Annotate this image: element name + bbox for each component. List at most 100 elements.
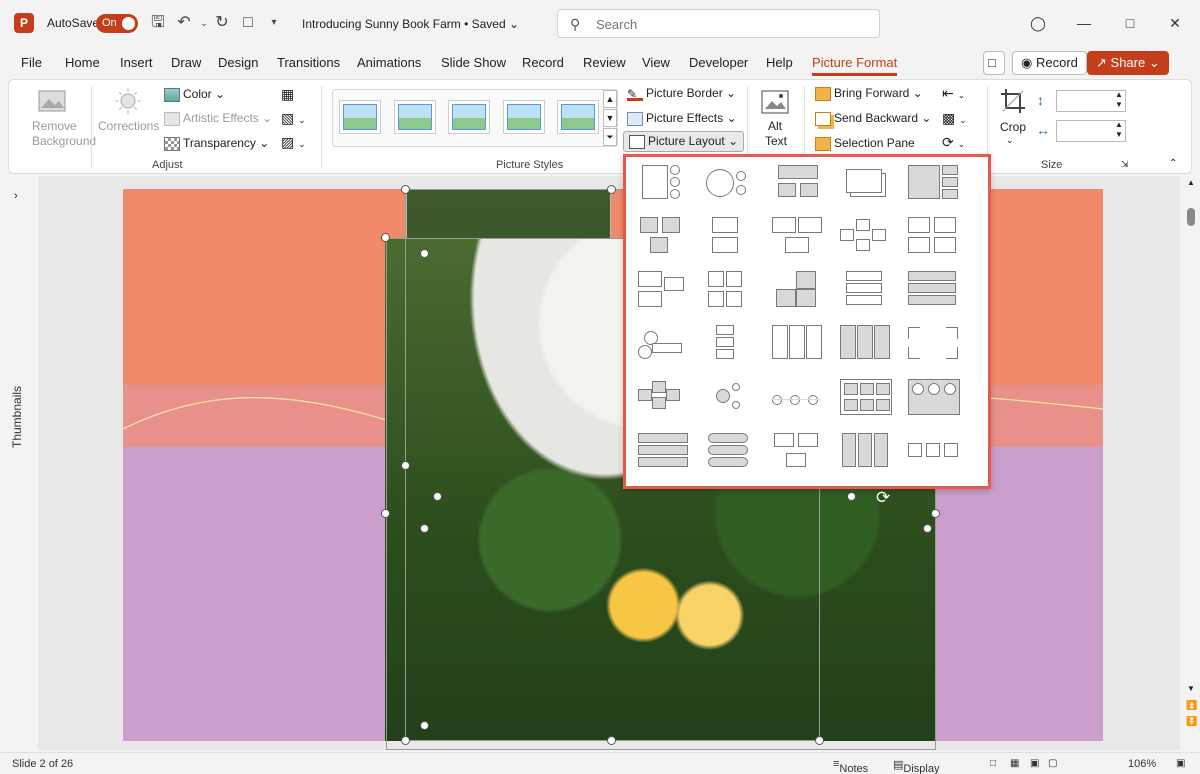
bring-forward-button[interactable]: Bring Forward ⌄ (815, 86, 923, 101)
width-spinner-icon[interactable]: ▲ ▼ (1115, 120, 1123, 140)
layout-option[interactable] (702, 431, 758, 471)
close-icon[interactable]: ✕ (1160, 10, 1190, 36)
crop-dropdown-icon[interactable]: ⌄ (1006, 135, 1014, 146)
tab-draw[interactable]: Draw (171, 55, 201, 70)
notes-button[interactable]: ≡ Notes (833, 758, 868, 774)
lightbulb-icon[interactable]: ◯ (1023, 10, 1053, 36)
layout-option[interactable] (636, 323, 692, 363)
alt-text-button[interactable]: Alt Text (765, 119, 787, 149)
reading-view-icon[interactable]: ▣ (1030, 758, 1039, 769)
layout-option[interactable] (906, 269, 962, 309)
align-icon[interactable]: ⇤ ⌄ (942, 85, 965, 102)
scroll-down-icon[interactable]: ▼ (1187, 684, 1195, 693)
group-objects-icon[interactable]: ▩ ⌄ (942, 110, 967, 127)
tab-file[interactable]: File (21, 55, 42, 70)
compress-pictures-icon[interactable]: ▦ (281, 86, 294, 103)
fit-to-window-icon[interactable]: ▣ (1176, 758, 1185, 769)
picture-style-5[interactable] (557, 100, 599, 134)
comments-button[interactable]: □ (983, 51, 1005, 75)
layout-option[interactable] (702, 323, 758, 363)
picture-style-3[interactable] (448, 100, 490, 134)
slide-sorter-icon[interactable]: ▦ (1010, 758, 1019, 769)
layout-option[interactable] (702, 163, 758, 203)
resize-handle[interactable] (381, 233, 390, 242)
size-dialog-launcher-icon[interactable]: ⇲ (1121, 159, 1129, 170)
search-input[interactable] (596, 15, 866, 33)
tab-record[interactable]: Record (522, 55, 564, 70)
resize-handle[interactable] (420, 249, 429, 258)
layout-option[interactable] (636, 215, 692, 255)
zoom-level[interactable]: 106% (1128, 758, 1156, 770)
share-button[interactable]: ↗ Share ⌄ (1087, 51, 1169, 75)
thumbnails-label[interactable]: Thumbnails (10, 386, 24, 448)
tab-design[interactable]: Design (218, 55, 258, 70)
crop-button[interactable]: Crop (1000, 120, 1026, 134)
layout-option[interactable] (906, 163, 962, 203)
search-box[interactable]: ⚲ (557, 9, 880, 38)
layout-option[interactable] (838, 269, 894, 309)
picture-layout-button[interactable]: Picture Layout ⌄ (623, 131, 745, 152)
height-spinner-icon[interactable]: ▲ ▼ (1115, 90, 1123, 110)
collapse-ribbon-icon[interactable]: ⌃ (1169, 158, 1177, 169)
picture-style-2[interactable] (394, 100, 436, 134)
gallery-scroll-down-icon[interactable]: ▼ (603, 109, 617, 127)
save-icon[interactable]: 🖫 (148, 13, 168, 33)
picture-border-button[interactable]: ✎ Picture Border ⌄ (627, 86, 736, 101)
artistic-effects-button[interactable]: Artistic Effects ⌄ (164, 111, 272, 126)
tab-home[interactable]: Home (65, 55, 100, 70)
tab-review[interactable]: Review (583, 55, 626, 70)
layout-option[interactable] (838, 215, 894, 255)
gallery-scroll-up-icon[interactable]: ▲ (603, 90, 617, 108)
scroll-up-icon[interactable]: ▲ (1187, 178, 1195, 187)
record-button[interactable]: ◉ Record (1012, 51, 1087, 75)
customize-qat-icon[interactable]: ▾ (264, 13, 284, 33)
tab-insert[interactable]: Insert (120, 55, 153, 70)
remove-background-button[interactable]: Remove Background (32, 119, 96, 149)
layout-option[interactable] (636, 431, 692, 471)
resize-handle[interactable] (923, 524, 932, 533)
layout-option[interactable] (838, 377, 894, 417)
display-settings-button[interactable]: ▤ Display Settings (893, 758, 939, 774)
layout-option[interactable] (906, 323, 962, 363)
normal-view-icon[interactable]: □ (990, 758, 996, 769)
reset-picture-icon[interactable]: ▨ ⌄ (281, 134, 306, 151)
rotate-handle-icon[interactable]: ⟳ (876, 488, 890, 508)
redo-icon[interactable]: ↻ (212, 13, 232, 33)
send-backward-button[interactable]: Send Backward ⌄ (815, 111, 931, 126)
tab-developer[interactable]: Developer (689, 55, 748, 70)
resize-handle[interactable] (381, 509, 390, 518)
layout-option[interactable] (770, 431, 826, 471)
layout-option[interactable] (838, 431, 894, 471)
tab-transitions[interactable]: Transitions (277, 55, 340, 70)
rotate-icon[interactable]: ⟳ ⌄ (942, 134, 965, 151)
layout-option[interactable] (770, 269, 826, 309)
layout-option[interactable] (702, 377, 758, 417)
picture-style-1[interactable] (339, 100, 381, 134)
document-title[interactable]: Introducing Sunny Book Farm • Saved ⌄ (302, 17, 519, 31)
selection-pane-button[interactable]: Selection Pane (815, 136, 915, 151)
resize-handle[interactable] (420, 721, 429, 730)
corrections-button[interactable]: Corrections (98, 119, 159, 133)
tab-view[interactable]: View (642, 55, 670, 70)
layout-option[interactable] (906, 215, 962, 255)
scrollbar-thumb[interactable] (1187, 208, 1195, 226)
tab-picture-format[interactable]: Picture Format (812, 55, 898, 76)
layout-option[interactable] (636, 377, 692, 417)
layout-option[interactable] (636, 269, 692, 309)
tab-animations[interactable]: Animations (357, 55, 421, 70)
layout-option[interactable] (770, 377, 826, 417)
gallery-more-icon[interactable]: ⏷ (603, 128, 617, 146)
minimize-icon[interactable]: — (1069, 10, 1099, 36)
layout-option[interactable] (636, 163, 692, 203)
change-picture-icon[interactable]: ▧ ⌄ (281, 110, 306, 127)
resize-handle[interactable] (607, 185, 616, 194)
vertical-scrollbar[interactable]: ▲ ▼ ⏫ ⏬ (1182, 176, 1200, 750)
color-button[interactable]: Color ⌄ (164, 87, 225, 102)
layout-option[interactable] (838, 323, 894, 363)
tab-help[interactable]: Help (766, 55, 793, 70)
resize-handle[interactable] (433, 492, 442, 501)
resize-handle[interactable] (847, 492, 856, 501)
next-slide-icon[interactable]: ⏬ (1186, 716, 1197, 727)
layout-option[interactable] (906, 431, 962, 471)
layout-option[interactable] (770, 323, 826, 363)
